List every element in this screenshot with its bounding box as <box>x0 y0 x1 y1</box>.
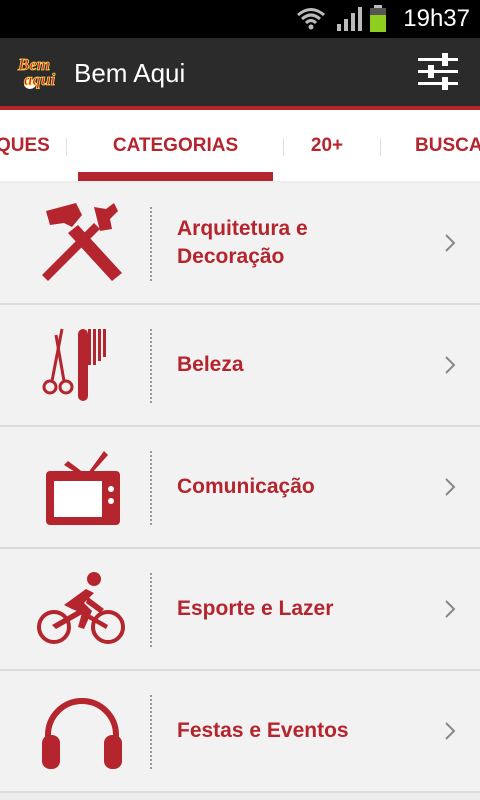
tab-busca[interactable]: BUSCA <box>415 110 480 181</box>
headphones-icon <box>42 698 122 769</box>
tab-selected-indicator <box>78 172 273 181</box>
scissors-comb-icon <box>42 328 106 401</box>
tab-separator <box>283 138 284 156</box>
row-divider <box>150 329 152 403</box>
chevron-right-icon <box>445 600 456 618</box>
hammer-wrench-icon <box>42 203 122 281</box>
app-bar: Bem aqui Bem Aqui <box>0 38 480 106</box>
signal-icon <box>337 7 362 31</box>
app-title: Bem Aqui <box>74 58 186 88</box>
tab-20plus[interactable]: 20+ <box>296 110 358 181</box>
tab-destaques[interactable]: QUES <box>0 110 50 181</box>
status-bar: 19h37 <box>0 0 480 38</box>
tab-separator <box>66 138 67 156</box>
row-divider <box>150 695 152 769</box>
svg-text:aqui: aqui <box>24 70 55 89</box>
battery-icon <box>370 5 386 32</box>
list-item[interactable]: Esporte e Lazer <box>0 549 480 671</box>
chevron-right-icon <box>445 234 456 252</box>
row-divider <box>150 573 152 647</box>
list-item[interactable]: Comunicação <box>0 427 480 549</box>
cyclist-icon <box>37 572 125 644</box>
settings-sliders-icon[interactable] <box>414 52 462 92</box>
list-item[interactable]: Arquitetura e Decoração <box>0 183 480 305</box>
category-label: Beleza <box>177 353 244 376</box>
wifi-icon <box>297 8 325 30</box>
row-divider <box>150 451 152 525</box>
tab-separator <box>380 138 381 156</box>
app-logo[interactable]: Bem aqui <box>16 52 68 92</box>
tab-categorias[interactable]: CATEGORIAS <box>78 110 273 181</box>
category-label: Esporte e Lazer <box>177 597 334 620</box>
chevron-right-icon <box>445 478 456 496</box>
status-time: 19h37 <box>403 5 470 32</box>
category-list: Arquitetura e Decoração Beleza Comunicaç… <box>0 181 480 800</box>
category-label: Arquitetura e Decoração <box>177 217 308 268</box>
list-item[interactable]: Beleza <box>0 305 480 427</box>
category-label: Festas e Eventos <box>177 719 349 742</box>
television-icon <box>46 451 120 525</box>
chevron-right-icon <box>445 722 456 740</box>
category-label: Comunicação <box>177 475 315 498</box>
list-item[interactable]: Festas e Eventos <box>0 671 480 793</box>
row-divider <box>150 207 152 281</box>
chevron-right-icon <box>445 356 456 374</box>
